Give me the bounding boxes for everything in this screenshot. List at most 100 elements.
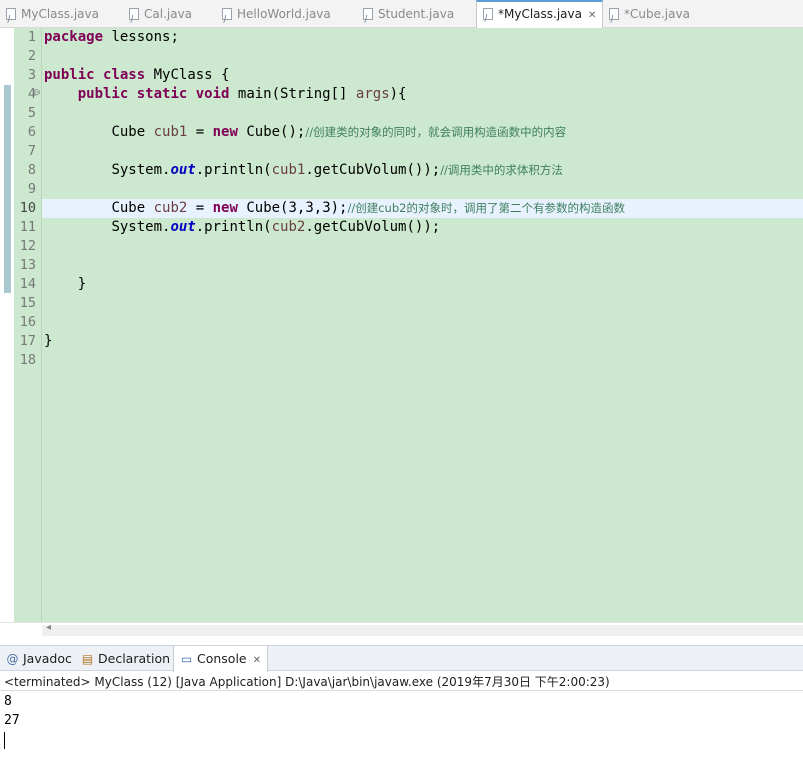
code-text: lessons; [103, 29, 179, 45]
code-text: System. [111, 162, 171, 178]
java-file-icon [6, 5, 16, 33]
line-number: 14 [19, 276, 36, 292]
keyword: package [44, 29, 104, 45]
variable: cub1 [153, 124, 188, 140]
line-number: 6 [27, 124, 36, 140]
tab-label: Javadoc [23, 651, 72, 666]
line-number: 11 [19, 219, 36, 235]
console-icon: ▭ [180, 652, 193, 666]
code-text: = [187, 200, 213, 216]
line-number: 7 [27, 143, 36, 159]
divider [0, 690, 803, 691]
line-number: 9 [27, 181, 36, 197]
line-number: 15 [19, 295, 36, 311]
tab-label: *MyClass.java [498, 7, 582, 21]
at-icon: @ [6, 652, 19, 666]
code-editor[interactable]: 1 2 3 4 ⊖ 5 6 7 8 9 10 11 12 13 14 15 16… [0, 28, 803, 622]
code-line-4[interactable]: public static void main(String[] args){ [44, 85, 407, 104]
tab-label: Console [197, 651, 247, 666]
static-field: out [170, 219, 196, 235]
line-number: 3 [27, 67, 36, 83]
tab-javadoc[interactable]: @ Javadoc [6, 646, 72, 671]
console-output-line: 8 [4, 694, 12, 709]
line-number: 8 [27, 162, 36, 178]
line-number: 12 [19, 238, 36, 254]
code-text: = [187, 124, 213, 140]
keyword: class [103, 67, 146, 83]
tab-declaration[interactable]: ▤ Declaration [81, 646, 170, 671]
scroll-left-arrow-icon[interactable]: ◂ [46, 622, 51, 633]
line-number: 2 [27, 48, 36, 64]
keyword: void [195, 86, 230, 102]
code-line-17[interactable]: } [44, 332, 52, 351]
comment: //创建cub2的对象时，调用了第二个有参数的构造函数 [347, 201, 625, 215]
tab-student[interactable]: Student.java [363, 0, 455, 33]
keyword: static [136, 86, 188, 102]
declaration-icon: ▤ [81, 652, 94, 666]
code-line-11[interactable]: System.out.println(cub2.getCubVolum()); [44, 218, 440, 237]
java-file-icon [609, 5, 619, 33]
close-icon[interactable]: ✕ [253, 655, 261, 666]
code-text: ){ [389, 86, 407, 102]
change-ruler [0, 28, 14, 622]
tab-label: MyClass.java [21, 7, 99, 21]
tab-console[interactable]: ▭ Console ✕ [173, 646, 269, 672]
text-caret [4, 732, 5, 749]
tab-myclass-active[interactable]: *MyClass.java ✕ [476, 0, 604, 30]
code-line-8[interactable]: System.out.println(cub1.getCubVolum());/… [44, 161, 563, 180]
keyword: public [77, 86, 129, 102]
code-text: } [77, 276, 87, 292]
console-output-line: 27 [4, 713, 20, 728]
tab-helloworld[interactable]: HelloWorld.java [222, 0, 331, 33]
line-number: 10 [19, 200, 36, 216]
code-line-6[interactable]: Cube cub1 = new Cube();//创建类的对象的同时，就会调用构… [44, 123, 566, 142]
line-number: 13 [19, 257, 36, 273]
line-number: 16 [19, 314, 36, 330]
keyword: public [44, 67, 95, 83]
console-status: <terminated> MyClass (12) [Java Applicat… [4, 675, 610, 689]
code-text: } [44, 333, 53, 349]
code-text: .getCubVolum()); [305, 219, 441, 235]
code-line-1[interactable]: package lessons; [44, 28, 179, 47]
horizontal-scrollbar[interactable]: ◂ [0, 622, 803, 639]
java-file-icon [483, 5, 493, 30]
code-line-10[interactable]: Cube cub2 = new Cube(3,3,3);//创建cub2的对象时… [44, 199, 625, 218]
scrollbar-track[interactable] [42, 625, 803, 636]
fold-minus-icon[interactable]: ⊖ [33, 88, 41, 98]
code-text: Cube(); [237, 124, 306, 140]
code-text: .getCubVolum()); [305, 162, 441, 178]
view-tab-bar: @ Javadoc ▤ Declaration ▭ Console ✕ [0, 645, 803, 672]
code-text: Cube [111, 200, 154, 216]
comment: //创建类的对象的同时，就会调用构造函数中的内容 [305, 125, 567, 139]
editor-tab-bar: MyClass.java Cal.java HelloWorld.java St… [0, 0, 803, 33]
close-icon[interactable]: ✕ [588, 10, 596, 21]
tab-label: Cal.java [144, 7, 193, 21]
code-text: .println( [195, 162, 272, 178]
change-marker [4, 85, 11, 293]
static-field: out [170, 162, 196, 178]
tab-cal[interactable]: Cal.java [129, 0, 193, 33]
tab-label: *Cube.java [624, 7, 690, 21]
java-file-icon [363, 5, 373, 33]
code-text: Cube(3,3,3); [237, 200, 348, 216]
code-text: MyClass { [145, 67, 230, 83]
code-text: .println( [195, 219, 272, 235]
java-file-icon [222, 5, 232, 33]
code-text: main(String[] [229, 86, 356, 102]
comment: //调用类中的求体积方法 [440, 163, 563, 177]
code-line-3[interactable]: public class MyClass { [44, 66, 229, 85]
tab-cube[interactable]: *Cube.java [609, 0, 690, 33]
console-panel: @ Javadoc ▤ Declaration ▭ Console ✕ <termina… [0, 645, 803, 774]
code-text: System. [111, 219, 171, 235]
tab-myclass[interactable]: MyClass.java [6, 0, 99, 33]
code-line-14[interactable]: } [44, 275, 86, 294]
line-number: 1 [27, 29, 36, 45]
variable: cub1 [271, 162, 306, 178]
line-number: 5 [27, 105, 36, 121]
variable: cub2 [271, 219, 306, 235]
java-file-icon [129, 5, 139, 33]
tab-label: Student.java [378, 7, 455, 21]
keyword: new [212, 124, 238, 140]
line-number: 17 [19, 333, 36, 349]
keyword: new [212, 200, 238, 216]
